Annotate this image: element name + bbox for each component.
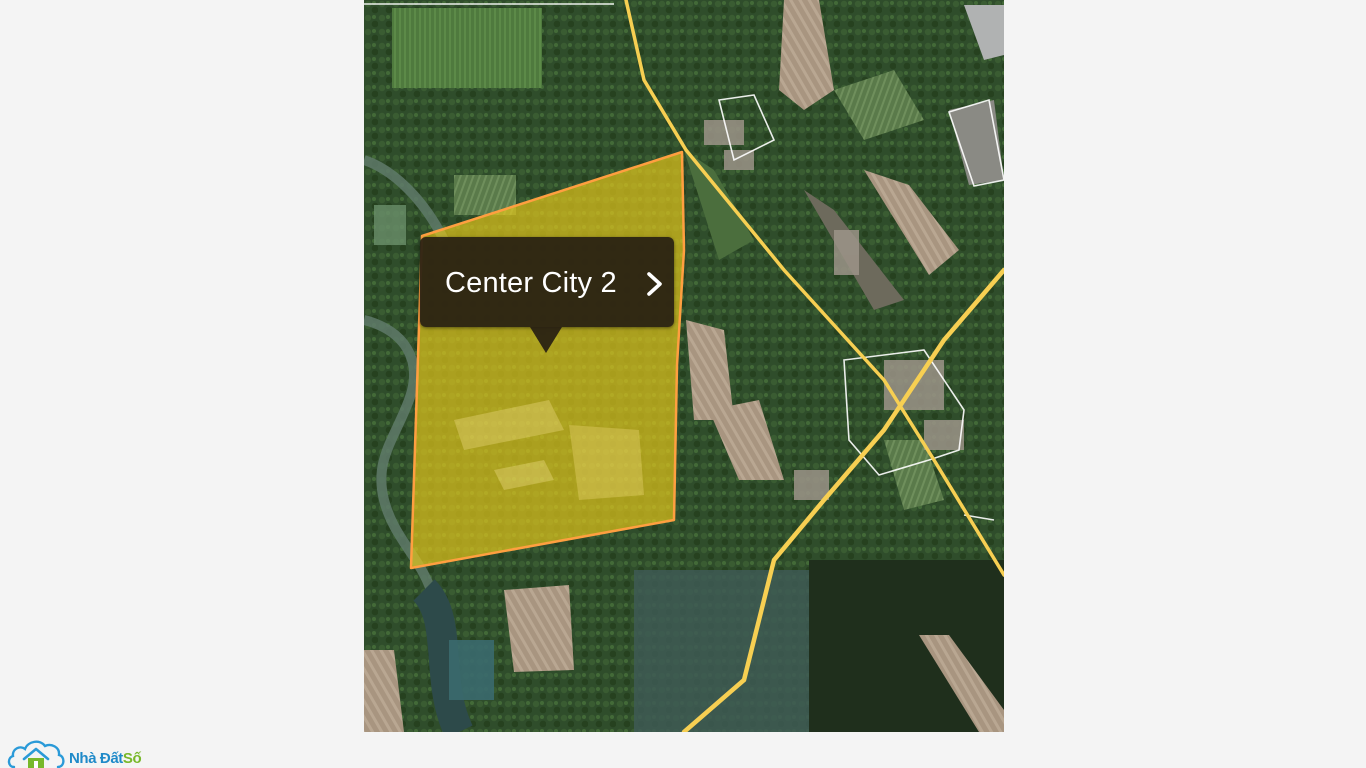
- cloud-house-icon: [7, 740, 65, 768]
- parcel-callout[interactable]: Center City 2: [420, 237, 674, 353]
- callout-title: Center City 2: [445, 267, 617, 299]
- brand-name-part2: Số: [122, 750, 142, 767]
- brand-name: Nhà ĐấtSố: [69, 750, 142, 767]
- chevron-right-icon[interactable]: [644, 270, 666, 298]
- satellite-map[interactable]: Center City 2: [364, 0, 1004, 732]
- map-imagery: [364, 0, 1004, 732]
- brand-watermark: Nhà ĐấtSố: [6, 733, 166, 768]
- brand-name-part1: Nhà Đất: [69, 750, 123, 767]
